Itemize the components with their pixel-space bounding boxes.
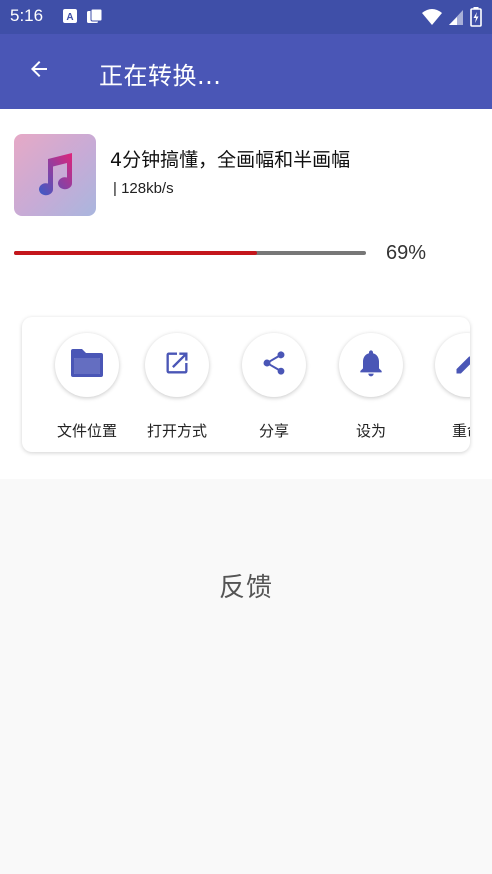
bell-icon [355,347,387,383]
font-notification-icon: A [62,8,78,28]
files-notification-icon [86,8,104,28]
progress-percent: 69% [386,242,427,264]
action-label: 设为 [355,422,386,440]
app-bar: 正在转换... [0,34,492,109]
battery-charging-icon [470,7,482,31]
status-bar: 5:16 A [0,0,492,34]
status-left-icons: A [62,8,104,28]
file-title: 4分钟搞懂，全画幅和半画幅 [110,149,351,171]
action-label: 文件位置 [56,422,117,440]
action-label: 分享 [258,422,289,440]
signal-icon [448,8,464,30]
svg-text:A: A [66,12,73,23]
status-time: 5:16 [10,6,44,25]
action-rename[interactable]: 重命 [422,333,470,441]
open-external-icon [163,349,191,381]
conversion-card: 4分钟搞懂，全画幅和半画幅 | 128kb/s 69% 文件位置 打开方式 分享… [0,109,492,479]
page-title: 正在转换... [99,62,222,90]
back-button[interactable] [22,54,56,88]
action-label: 打开方式 [146,422,207,440]
action-label: 重命 [451,422,470,440]
arrow-back-icon [27,57,51,85]
action-set-as[interactable]: 设为 [326,333,416,441]
feedback-area: 反馈 [0,479,492,874]
action-rename-circle[interactable] [435,333,470,397]
action-set-as-circle[interactable] [339,333,403,397]
share-icon [260,349,288,381]
feedback-button[interactable]: 反馈 [0,567,492,604]
file-thumbnail [14,134,96,216]
edit-icon [453,349,470,381]
folder-icon [68,347,106,383]
progress-bar [14,251,366,255]
progress-fill [14,251,257,255]
actions-panel: 文件位置 打开方式 分享 设为 重 [22,317,470,452]
file-bitrate: | 128kb/s [113,180,174,197]
action-open-with-circle[interactable] [145,333,209,397]
music-note-icon [33,149,77,201]
action-share[interactable]: 分享 [229,333,319,441]
action-file-location-circle[interactable] [55,333,119,397]
action-open-with[interactable]: 打开方式 [132,333,222,441]
status-right-icons [422,7,482,31]
action-file-location[interactable]: 文件位置 [42,333,132,441]
wifi-icon [422,8,442,30]
action-share-circle[interactable] [242,333,306,397]
